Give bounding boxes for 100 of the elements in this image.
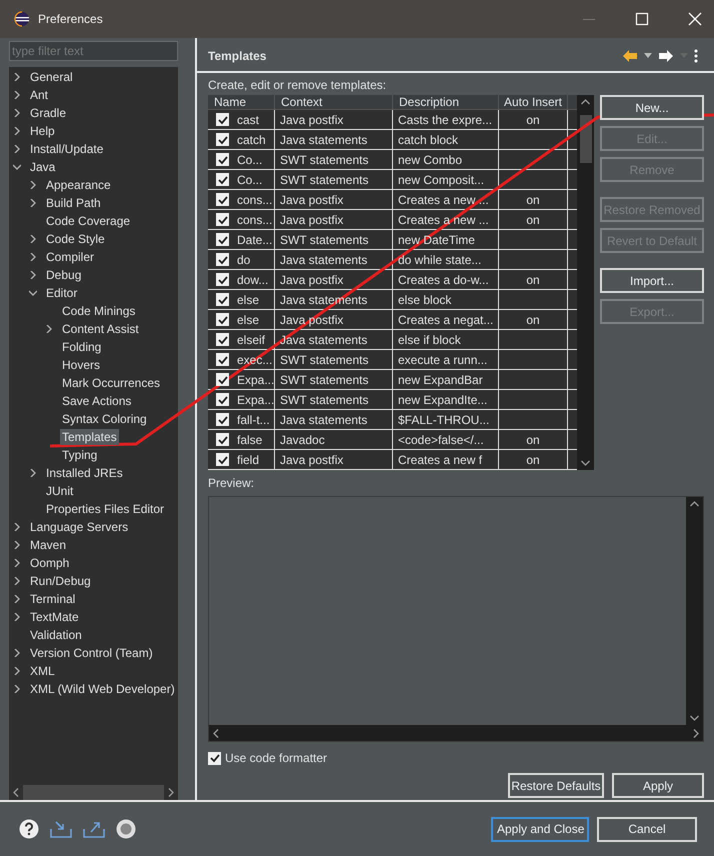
tree-item[interactable]: Code Coverage: [44, 213, 132, 229]
tree-item[interactable]: Hovers: [60, 357, 102, 373]
tree-item[interactable]: Debug: [44, 267, 84, 283]
back-arrow-icon[interactable]: [622, 48, 638, 62]
scroll-thumb[interactable]: [23, 784, 164, 800]
expand-chevron-icon[interactable]: [13, 73, 21, 81]
checkbox[interactable]: [216, 233, 229, 246]
checkbox[interactable]: [216, 193, 229, 206]
checkbox[interactable]: [208, 752, 221, 764]
tree-item[interactable]: Build Path: [44, 195, 103, 211]
checkbox[interactable]: [216, 173, 229, 186]
vertical-scrollbar[interactable]: [577, 95, 594, 470]
expand-chevron-icon[interactable]: [13, 613, 21, 621]
expand-chevron-icon[interactable]: [13, 667, 21, 675]
scroll-down-icon[interactable]: [690, 715, 699, 721]
tree-item[interactable]: Syntax Coloring: [60, 411, 149, 427]
forward-arrow-icon[interactable]: [658, 48, 674, 62]
column-header[interactable]: Name: [208, 95, 275, 109]
tree-item[interactable]: Gradle: [28, 105, 68, 121]
tree-item[interactable]: Ant: [28, 87, 50, 103]
column-header[interactable]: Description: [393, 95, 499, 109]
expand-chevron-icon[interactable]: [29, 235, 37, 243]
tree-item[interactable]: Help: [28, 123, 57, 139]
dialog-button[interactable]: Apply and Close: [491, 816, 589, 842]
tree-item[interactable]: Properties Files Editor: [44, 501, 166, 517]
page-button[interactable]: Restore Defaults: [508, 773, 604, 798]
expand-chevron-icon[interactable]: [29, 469, 37, 477]
checkbox[interactable]: [216, 453, 229, 466]
checkbox[interactable]: [216, 333, 229, 346]
tree-item[interactable]: XML (Wild Web Developer): [28, 681, 177, 697]
help-icon[interactable]: [19, 819, 39, 839]
expand-chevron-icon[interactable]: [13, 145, 21, 153]
expand-chevron-icon[interactable]: [13, 577, 21, 585]
tree-item[interactable]: Compiler: [44, 249, 96, 265]
checkbox[interactable]: [216, 413, 229, 426]
tree-item[interactable]: Content Assist: [60, 321, 141, 337]
tree-item[interactable]: Maven: [28, 537, 68, 553]
tree-item[interactable]: Code Style: [44, 231, 107, 247]
expand-chevron-icon[interactable]: [29, 181, 37, 189]
tree-item[interactable]: Version Control (Team): [28, 645, 155, 661]
checkbox[interactable]: [216, 153, 229, 166]
tree-item[interactable]: Oomph: [28, 555, 72, 571]
checkbox-label[interactable]: Use code formatter: [225, 751, 328, 765]
checkbox[interactable]: [216, 313, 229, 326]
checkbox[interactable]: [216, 273, 229, 286]
expand-chevron-icon[interactable]: [13, 559, 21, 567]
tree-item[interactable]: Typing: [60, 447, 100, 463]
tree-item[interactable]: Terminal: [28, 591, 78, 607]
tree-item[interactable]: Folding: [60, 339, 104, 355]
export-icon[interactable]: [83, 819, 105, 839]
side-button[interactable]: Import...: [600, 268, 704, 293]
collapse-chevron-icon[interactable]: [29, 289, 37, 297]
expand-chevron-icon[interactable]: [29, 253, 37, 261]
tree-item[interactable]: Code Minings: [60, 303, 138, 319]
checkbox[interactable]: [216, 353, 229, 366]
tree-item[interactable]: Language Servers: [28, 519, 130, 535]
expand-chevron-icon[interactable]: [13, 649, 21, 657]
expand-chevron-icon[interactable]: [13, 541, 21, 549]
tree-item[interactable]: TextMate: [28, 609, 81, 625]
tree-item[interactable]: Editor: [44, 285, 80, 301]
expand-chevron-icon[interactable]: [45, 325, 53, 333]
scroll-up-icon[interactable]: [690, 501, 699, 507]
tree-item[interactable]: Mark Occurrences: [60, 375, 162, 391]
scroll-right-icon[interactable]: [693, 728, 699, 738]
column-header[interactable]: Context: [275, 95, 393, 109]
expand-chevron-icon[interactable]: [29, 199, 37, 207]
scroll-up-icon[interactable]: [581, 99, 590, 105]
expand-chevron-icon[interactable]: [13, 523, 21, 531]
checkbox[interactable]: [216, 213, 229, 226]
tree-item[interactable]: Install/Update: [28, 141, 106, 157]
tree-item[interactable]: Validation: [28, 627, 84, 643]
column-header[interactable]: Auto Insert: [499, 95, 568, 109]
page-button[interactable]: Apply: [612, 773, 704, 798]
tree-item[interactable]: Save Actions: [60, 393, 134, 409]
checkbox[interactable]: [216, 293, 229, 306]
scroll-thumb[interactable]: [580, 115, 592, 163]
expand-chevron-icon[interactable]: [13, 127, 21, 135]
scroll-right-icon[interactable]: [168, 788, 174, 796]
close-icon[interactable]: [688, 12, 702, 26]
tree-item[interactable]: Installed JREs: [44, 465, 125, 481]
collapse-chevron-icon[interactable]: [13, 163, 21, 171]
maximize-icon[interactable]: [635, 12, 649, 26]
record-icon[interactable]: [116, 819, 136, 839]
scroll-left-icon[interactable]: [213, 728, 219, 738]
tree-item[interactable]: General: [28, 69, 75, 85]
checkbox[interactable]: [216, 373, 229, 386]
dropdown-caret-icon[interactable]: [644, 53, 652, 58]
checkbox[interactable]: [216, 253, 229, 266]
checkbox[interactable]: [216, 433, 229, 446]
checkbox[interactable]: [216, 113, 229, 126]
tree-item[interactable]: Run/Debug: [28, 573, 93, 589]
expand-chevron-icon[interactable]: [13, 595, 21, 603]
expand-chevron-icon[interactable]: [13, 91, 21, 99]
expand-chevron-icon[interactable]: [13, 685, 21, 693]
dialog-button[interactable]: Cancel: [597, 816, 697, 842]
filter-field[interactable]: type filter text: [9, 41, 178, 61]
scroll-left-icon[interactable]: [13, 788, 19, 796]
tree-item[interactable]: XML: [28, 663, 57, 679]
tree-item[interactable]: Templates: [60, 429, 119, 445]
tree-item[interactable]: Appearance: [44, 177, 113, 193]
